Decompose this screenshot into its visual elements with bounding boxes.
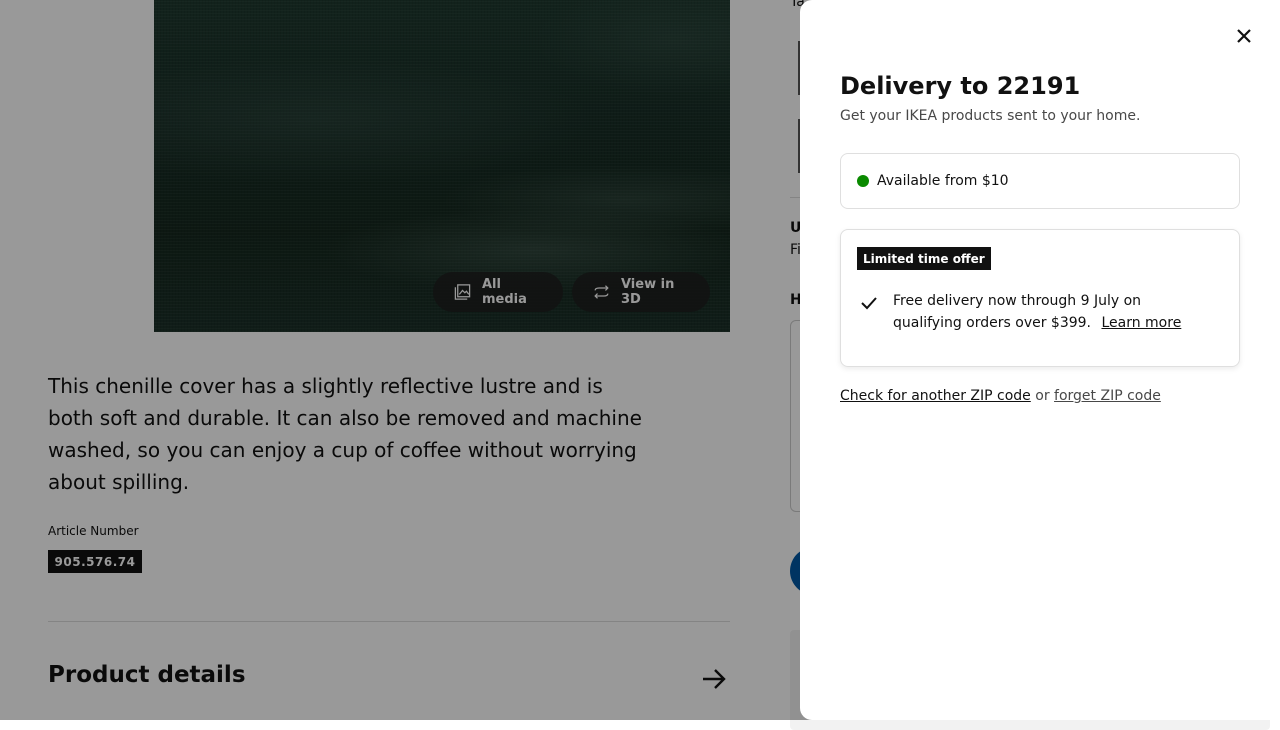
availability-box: Available from $10 [840, 153, 1240, 209]
check-icon [861, 297, 877, 310]
availability-status-dot [857, 175, 869, 187]
close-button[interactable] [1230, 22, 1258, 50]
zip-links: Check for another ZIP code or forget ZIP… [840, 388, 1161, 404]
learn-more-link[interactable]: Learn more [1101, 315, 1181, 331]
zip-or-text: or [1035, 388, 1050, 404]
modal-title: Delivery to 22191 [840, 72, 1081, 100]
offer-text: Free delivery now through 9 July on qual… [893, 290, 1213, 334]
availability-text: Available from $10 [877, 173, 1009, 189]
offer-badge: Limited time offer [857, 247, 991, 270]
check-another-zip-link[interactable]: Check for another ZIP code [840, 388, 1031, 404]
close-icon [1237, 29, 1251, 43]
offer-box: Limited time offer Free delivery now thr… [840, 229, 1240, 367]
forget-zip-link[interactable]: forget ZIP code [1054, 388, 1161, 404]
modal-subtitle: Get your IKEA products sent to your home… [840, 108, 1141, 124]
